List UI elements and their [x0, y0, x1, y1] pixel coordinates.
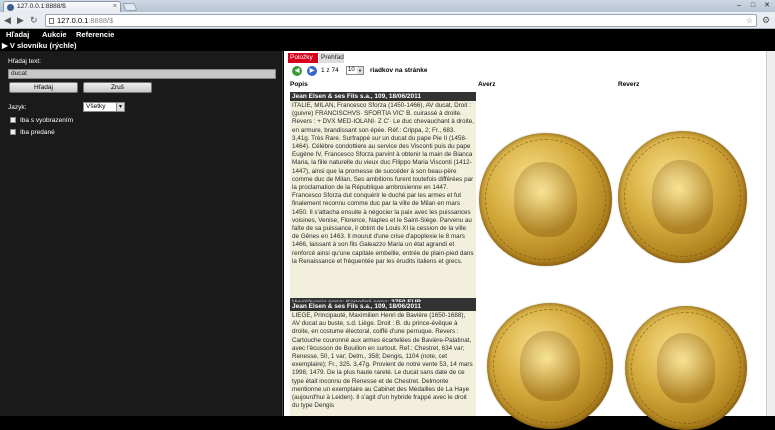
browser-tab[interactable]: 127.0.0.1:8888/$ × — [3, 1, 121, 12]
coin-arms — [656, 333, 716, 403]
favicon-icon — [7, 4, 14, 11]
search-label: Hľadaj text: — [8, 58, 41, 65]
close-window-icon[interactable]: ✕ — [761, 0, 773, 11]
page-indicator: 1 z 74 — [321, 67, 339, 74]
browser-toolbar: ◀ ▶ ↻ 127.0.0.1:8888/$ ☆ — [0, 12, 775, 29]
menu-item-aukcie[interactable]: Aukcie — [42, 29, 67, 40]
forward-icon[interactable]: ▶ — [17, 15, 24, 26]
column-header-popis: Popis — [290, 81, 308, 88]
section-header[interactable]: ▶ V slovníku (rýchle) — [2, 40, 77, 51]
coin-portrait — [513, 162, 578, 237]
vertical-scrollbar[interactable] — [766, 51, 775, 416]
clear-button[interactable]: Zruš — [83, 82, 152, 93]
next-page-icon[interactable]: ▶ — [307, 66, 317, 76]
listing-description: ITALIE, MILAN, Francesco Sforza (1450-14… — [292, 102, 474, 265]
search-input[interactable]: ducat — [8, 69, 276, 79]
tab-prehlad[interactable]: Prehľad — [319, 53, 344, 63]
coin-rider — [651, 160, 714, 234]
listing-item: Jean Elsen & ses Fils s.a., 109, 18/06/2… — [290, 92, 476, 307]
reverse-coin-image[interactable] — [618, 131, 747, 263]
url-rest: :8888/$ — [88, 16, 114, 25]
page-icon — [49, 18, 54, 24]
back-icon[interactable]: ◀ — [4, 15, 11, 26]
column-header-averz: Averz — [478, 81, 496, 88]
reverse-coin-image[interactable] — [625, 306, 747, 430]
per-page-label: riadkov na stránke — [370, 67, 428, 74]
coin-bust — [519, 330, 581, 402]
tab-polozky[interactable]: Položky — [288, 53, 318, 63]
listing-item: Jean Elsen & ses Fils s.a., 109, 18/06/2… — [290, 302, 476, 416]
language-label: Jazyk: — [8, 104, 27, 111]
obverse-coin-image[interactable] — [479, 133, 612, 266]
language-value: Všetky — [86, 103, 106, 110]
url-host: 127.0.0.1 — [57, 16, 89, 25]
per-page-select[interactable]: 10 ▼ — [346, 66, 364, 75]
reload-icon[interactable]: ↻ — [30, 15, 38, 26]
images-only-checkbox[interactable] — [10, 117, 16, 123]
maximize-icon[interactable]: □ — [747, 0, 759, 11]
language-select[interactable]: Všetky ▼ — [83, 102, 125, 112]
browser-tabbar: 127.0.0.1:8888/$ × – □ ✕ — [0, 0, 775, 12]
search-button[interactable]: Hľadaj — [9, 82, 78, 93]
bookmark-star-icon[interactable]: ☆ — [746, 15, 753, 26]
minimize-icon[interactable]: – — [733, 0, 745, 11]
new-tab-button[interactable] — [122, 3, 138, 11]
search-panel: Hľadaj text: ducat Hľadaj Zruš Jazyk: Vš… — [0, 51, 283, 416]
wrench-icon[interactable]: ⚙ — [762, 15, 770, 26]
listing-description: LIEGE, Principauté, Maximilien Henri de … — [292, 312, 473, 410]
listing-title[interactable]: Jean Elsen & ses Fils s.a., 109, 18/06/2… — [290, 302, 476, 311]
obverse-coin-image[interactable] — [487, 303, 613, 429]
menu-item-hladaj[interactable]: Hľadaj — [6, 29, 29, 40]
per-page-value: 10 — [348, 67, 355, 73]
results-panel: Položky Prehľad ◀ ▶ 1 z 74 10 ▼ riadkov … — [284, 51, 775, 430]
menu-item-referencie[interactable]: Referencie — [76, 29, 114, 40]
chevron-down-icon: ▼ — [116, 103, 124, 111]
app-menubar: Hľadaj Aukcie Referencie — [0, 29, 775, 40]
close-tab-icon[interactable]: × — [113, 2, 117, 12]
sold-only-checkbox[interactable] — [10, 129, 16, 135]
tab-title: 127.0.0.1:8888/$ — [17, 3, 66, 10]
sold-only-label: Iba predané — [20, 129, 55, 136]
address-bar[interactable]: 127.0.0.1:8888/$ ☆ — [45, 14, 757, 27]
pager: ◀ ▶ 1 z 74 10 ▼ riadkov na stránke — [288, 65, 768, 77]
listing-title[interactable]: Jean Elsen & ses Fils s.a., 109, 18/06/2… — [290, 92, 476, 101]
chevron-down-icon: ▼ — [357, 67, 363, 74]
previous-page-icon[interactable]: ◀ — [292, 66, 302, 76]
column-header-reverz: Reverz — [618, 81, 640, 88]
images-only-label: Iba s vyobrazením — [20, 117, 74, 124]
